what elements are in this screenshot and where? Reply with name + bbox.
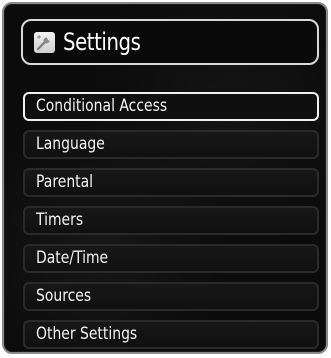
menu-item-sources[interactable]: Sources [23, 282, 319, 311]
settings-menu: Conditional Access Language Parental Tim… [23, 92, 319, 358]
menu-item-label: Date/Time [36, 248, 109, 268]
menu-item-parental[interactable]: Parental [23, 168, 319, 197]
menu-item-label: Timers [36, 210, 84, 230]
menu-item-label: Sources [36, 286, 92, 306]
menu-item-language[interactable]: Language [23, 130, 319, 159]
menu-item-conditional-access[interactable]: Conditional Access [23, 92, 319, 121]
menu-item-label: Other Settings [36, 324, 138, 344]
page-title: Settings [63, 28, 141, 56]
menu-item-date-time[interactable]: Date/Time [23, 244, 319, 273]
menu-item-label: Language [36, 134, 105, 154]
menu-item-timers[interactable]: Timers [23, 206, 319, 235]
settings-panel: Settings Conditional Access Language Par… [2, 2, 328, 354]
menu-item-label: Parental [36, 172, 94, 192]
menu-item-label: Conditional Access [36, 96, 168, 116]
settings-wrench-icon [34, 31, 55, 53]
menu-item-other-settings[interactable]: Other Settings [23, 320, 319, 349]
title-bar: Settings [21, 19, 319, 65]
